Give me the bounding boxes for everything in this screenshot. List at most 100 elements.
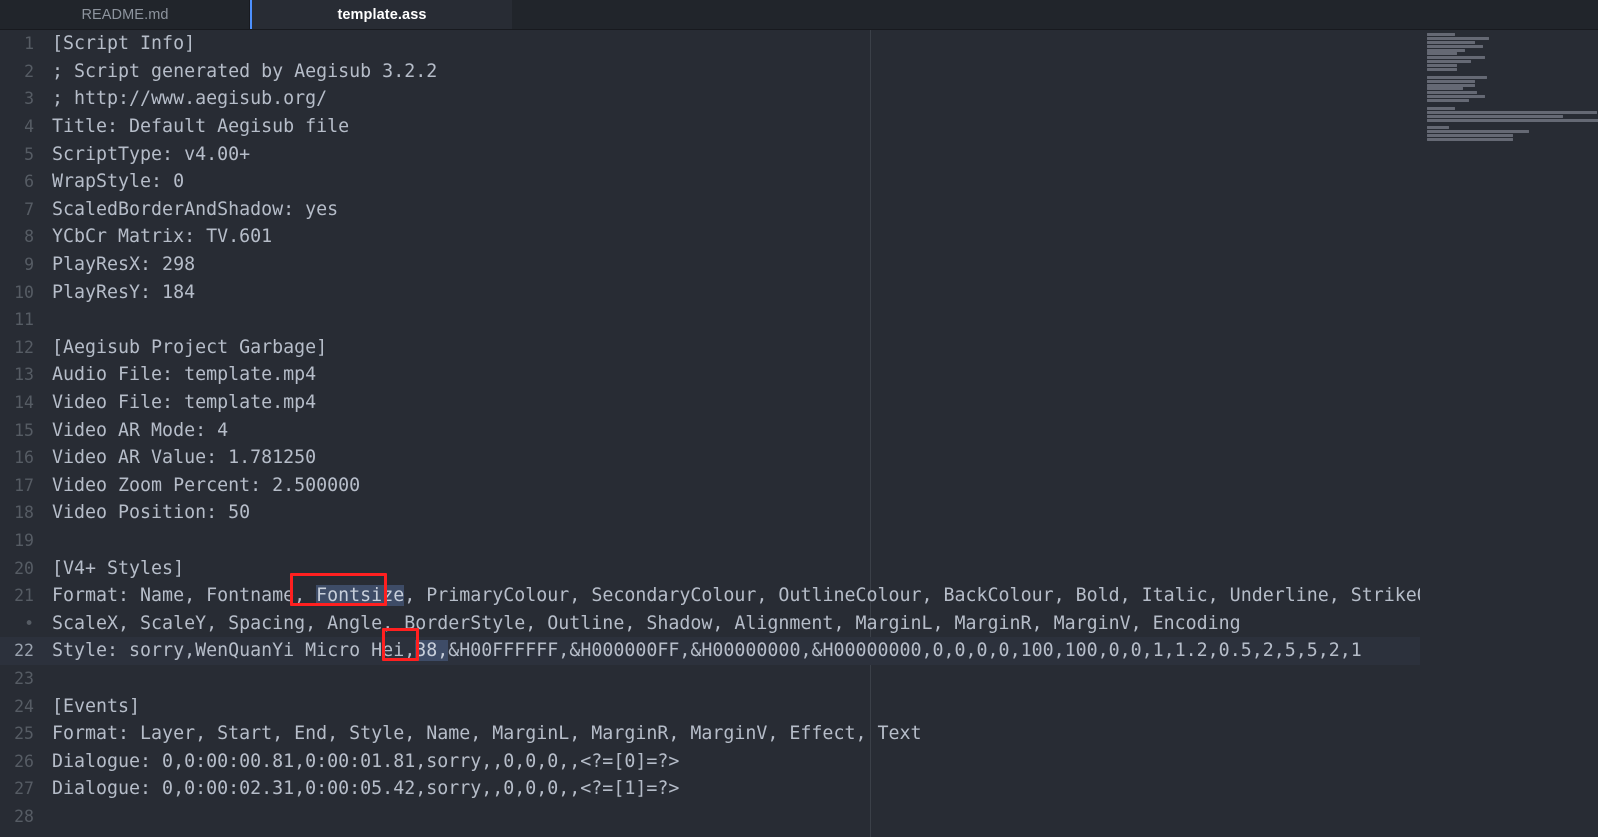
minimap-line <box>1427 134 1513 138</box>
code-line-row[interactable]: 21 Format: Name, Fontname, Fontsize, Prim… <box>0 582 1461 610</box>
code-line-row[interactable]: 22 Style: sorry,WenQuanYi Micro Hei,38,&H… <box>0 637 1420 665</box>
code-line-row[interactable]: 23 <box>0 665 1420 693</box>
minimap-line <box>1427 138 1513 142</box>
tab-bar: README.md template.ass <box>0 0 1598 30</box>
line-number: 2 <box>24 61 34 81</box>
line-text: Format: Name, Fontname, Fontsize, Primar… <box>52 585 1461 607</box>
line-text: ; Script generated by Aegisub 3.2.2 <box>52 60 438 82</box>
code-line-row[interactable]: 26 Dialogue: 0,0:00:00.81,0:00:01.81,sorr… <box>0 747 1420 775</box>
minimap-line <box>1427 95 1485 99</box>
code-editor[interactable]: 1 [Script Info] 2 ; Script generated by Aeg… <box>0 30 1598 837</box>
tab-readme[interactable]: README.md <box>0 0 250 30</box>
line-number: 25 <box>14 724 34 744</box>
line-number: 10 <box>14 282 34 302</box>
line-number: 20 <box>14 558 34 578</box>
minimap-line <box>1427 118 1598 122</box>
line-text: [Script Info] <box>52 33 196 55</box>
line-text: Style: sorry,WenQuanYi Micro Hei,38,&H00… <box>52 640 1362 662</box>
line-number: 23 <box>14 668 34 688</box>
code-line-row[interactable]: 16 Video AR Value: 1.781250 <box>0 444 1420 472</box>
minimap-line <box>1427 36 1489 40</box>
line-number: 22 <box>14 641 34 661</box>
tab-label: README.md <box>81 7 169 23</box>
line-text: [V4+ Styles] <box>52 557 185 579</box>
line-number: 5 <box>24 144 34 164</box>
line-text: PlayResX: 298 <box>52 254 196 276</box>
line-text: ; http://www.aegisub.org/ <box>52 88 328 110</box>
tab-template-ass[interactable]: template.ass <box>250 0 512 30</box>
line-text: ScaleX, ScaleY, Spacing, Angle, BorderSt… <box>52 612 1241 634</box>
code-line-row[interactable]: 15 Video AR Mode: 4 <box>0 416 1420 444</box>
code-line-row[interactable]: 12 [Aegisub Project Garbage] <box>0 334 1420 362</box>
minimap-line <box>1427 114 1563 118</box>
line-number: 14 <box>14 393 34 413</box>
minimap-line <box>1427 91 1477 95</box>
minimap-line <box>1427 40 1475 44</box>
line-number: 16 <box>14 448 34 468</box>
code-line-row[interactable]: 1 [Script Info] <box>0 30 1420 58</box>
minimap-line <box>1427 99 1469 103</box>
line-number: 15 <box>14 420 34 440</box>
line-text: [Aegisub Project Garbage] <box>52 336 328 358</box>
code-line-row[interactable]: 3 ; http://www.aegisub.org/ <box>0 85 1420 113</box>
minimap-line <box>1427 60 1471 64</box>
line-text: Video File: template.mp4 <box>52 392 317 414</box>
line-number: 6 <box>24 172 34 192</box>
minimap-line <box>1427 68 1457 72</box>
line-text: PlayResY: 184 <box>52 281 196 303</box>
line-number: 24 <box>14 696 34 716</box>
code-line-row[interactable]: 19 <box>0 527 1420 555</box>
code-line-row[interactable]: 8 YCbCr Matrix: TV.601 <box>0 223 1420 251</box>
code-line-row[interactable]: 5 ScriptType: v4.00+ <box>0 140 1420 168</box>
selected-token: Fontsize <box>316 585 405 607</box>
code-line-row[interactable]: 9 PlayResX: 298 <box>0 251 1420 279</box>
line-text: YCbCr Matrix: TV.601 <box>52 226 273 248</box>
code-line-row[interactable]: 18 Video Position: 50 <box>0 499 1420 527</box>
code-line-row[interactable]: 28 <box>0 803 1420 831</box>
line-text: Dialogue: 0,0:00:02.31,0:00:05.42,sorry,… <box>52 778 680 800</box>
line-text: [Events] <box>52 695 141 717</box>
minimap-line <box>1427 79 1475 83</box>
line-text: Video Zoom Percent: 2.500000 <box>52 474 361 496</box>
code-line-row[interactable]: 11 <box>0 306 1420 334</box>
line-number: 11 <box>14 310 34 330</box>
code-line-row[interactable]: 2 ; Script generated by Aegisub 3.2.2 <box>0 58 1420 86</box>
code-line-row[interactable]: 14 Video File: template.mp4 <box>0 389 1420 417</box>
minimap-content <box>1427 33 1598 146</box>
line-number: 8 <box>24 227 34 247</box>
minimap-line <box>1427 126 1449 130</box>
minimap-line <box>1427 64 1457 68</box>
line-text: Video AR Value: 1.781250 <box>52 447 317 469</box>
minimap[interactable] <box>1420 30 1598 837</box>
code-line-row[interactable]: 6 WrapStyle: 0 <box>0 168 1420 196</box>
line-text: Video AR Mode: 4 <box>52 419 229 441</box>
minimap-line <box>1427 75 1487 79</box>
code-line-row[interactable]: • ScaleX, ScaleY, Spacing, Angle, BorderS… <box>0 609 1420 637</box>
editor-window: README.md template.ass 1 [Script Info] 2 ; … <box>0 0 1598 837</box>
line-number: 27 <box>14 779 34 799</box>
line-number: 12 <box>14 337 34 357</box>
line-text: Video Position: 50 <box>52 502 251 524</box>
line-text: Audio File: template.mp4 <box>52 364 317 386</box>
minimap-line <box>1427 56 1485 60</box>
code-line-row[interactable]: 10 PlayResY: 184 <box>0 278 1420 306</box>
selected-token: 38, <box>415 640 449 662</box>
line-number: 4 <box>24 117 34 137</box>
code-line-row[interactable]: 25 Format: Layer, Start, End, Style, Name… <box>0 720 1420 748</box>
line-number: 19 <box>14 530 34 550</box>
minimap-line <box>1427 110 1597 114</box>
code-line-row[interactable]: 7 ScaledBorderAndShadow: yes <box>0 196 1420 224</box>
code-line-row[interactable]: 17 Video Zoom Percent: 2.500000 <box>0 472 1420 500</box>
code-line-row[interactable]: 24 [Events] <box>0 692 1420 720</box>
minimap-line <box>1427 130 1529 134</box>
tab-label: template.ass <box>337 6 427 23</box>
minimap-line <box>1427 52 1457 56</box>
code-line-row[interactable]: 27 Dialogue: 0,0:00:02.31,0:00:05.42,sorr… <box>0 775 1420 803</box>
code-line-row[interactable]: 13 Audio File: template.mp4 <box>0 361 1420 389</box>
code-lines: 1 [Script Info] 2 ; Script generated by Aeg… <box>0 30 1461 831</box>
line-number: 3 <box>24 89 34 109</box>
line-number: 17 <box>14 475 34 495</box>
code-line-row[interactable]: 4 Title: Default Aegisub file <box>0 113 1420 141</box>
line-number: 13 <box>14 365 34 385</box>
code-line-row[interactable]: 20 [V4+ Styles] <box>0 554 1420 582</box>
